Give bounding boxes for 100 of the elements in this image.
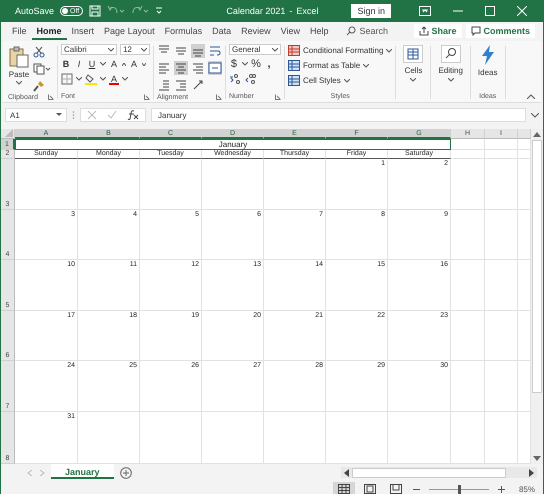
currency-button[interactable]: $: [228, 58, 239, 70]
clipboard-icon: [8, 46, 30, 68]
dialog-launcher-icon[interactable]: [274, 94, 281, 100]
empty-cell: [485, 159, 518, 210]
autosave-label: AutoSave: [15, 6, 54, 16]
caret-icon: [108, 48, 114, 52]
customize-caret-icon[interactable]: [155, 7, 164, 15]
normal-view-button[interactable]: [332, 482, 355, 494]
italic-button[interactable]: I: [74, 58, 84, 70]
sheet-tab[interactable]: January: [51, 464, 114, 479]
dialog-launcher-icon[interactable]: [48, 94, 54, 100]
dialog-launcher-icon[interactable]: [144, 94, 150, 100]
dialog-launcher-icon[interactable]: [216, 94, 222, 100]
empty-cell: [485, 150, 518, 159]
ribbon-tab[interactable]: Review: [236, 22, 276, 40]
check-icon[interactable]: [107, 110, 117, 120]
caret-icon[interactable]: [76, 77, 82, 81]
empty-cell: [451, 260, 485, 311]
paintbrush-icon[interactable]: [33, 80, 45, 92]
ribbon-tab[interactable]: Page Layout: [99, 22, 160, 40]
merge-align-icon[interactable]: [208, 61, 222, 75]
caret-icon[interactable]: [100, 62, 106, 66]
right-align-icon[interactable]: [190, 61, 205, 75]
scissors-icon[interactable]: [33, 46, 45, 58]
fill-color-icon[interactable]: [84, 73, 97, 85]
comma-style-button[interactable]: ,: [264, 58, 274, 70]
scroll-thumb[interactable]: [532, 140, 542, 393]
table-style-icon: [288, 45, 300, 56]
outdent-align-icon[interactable]: [156, 78, 171, 92]
increase-font-size-button[interactable]: A: [108, 58, 119, 70]
collapse-ribbon-icon[interactable]: [527, 94, 535, 99]
ribbon-tab[interactable]: View: [276, 22, 305, 40]
decrease-decimal-icon[interactable]: [244, 73, 256, 85]
ribbon-tab[interactable]: Help: [305, 22, 334, 40]
empty-cell: [202, 159, 264, 210]
zoom-slider-thumb[interactable]: [458, 484, 461, 494]
caret-icon: [386, 48, 392, 52]
share-icon: [418, 26, 429, 36]
insert-function-icon[interactable]: [127, 110, 139, 120]
font-size-dropdown[interactable]: 12: [120, 44, 150, 55]
underline-button[interactable]: U: [86, 58, 97, 70]
editing-button[interactable]: Editing: [434, 43, 467, 84]
decrease-font-size-button[interactable]: A: [128, 58, 139, 70]
horizontal-scrollbar[interactable]: [341, 467, 537, 478]
ribbon-tab[interactable]: Home: [32, 22, 67, 40]
empty-cell: [451, 311, 485, 361]
save-icon[interactable]: [89, 5, 102, 17]
caret-icon[interactable]: [122, 77, 128, 81]
empty-cell: [485, 311, 518, 361]
scroll-right-icon[interactable]: [529, 468, 534, 476]
ribbon-tab[interactable]: Data: [207, 22, 236, 40]
zoom-level[interactable]: 85%: [518, 484, 535, 494]
font-name-dropdown[interactable]: Calibri: [60, 44, 117, 55]
wrap-align-icon[interactable]: [208, 44, 222, 58]
empty-cell: [485, 361, 518, 412]
ideas-button[interactable]: Ideas: [474, 43, 502, 79]
bottom-align-icon[interactable]: [190, 44, 205, 58]
caret-icon[interactable]: [100, 77, 106, 81]
scroll-down-icon[interactable]: [533, 456, 541, 461]
scroll-thumb[interactable]: [352, 468, 506, 478]
sign-in-button[interactable]: Sign in: [351, 4, 391, 18]
copy-icon[interactable]: [33, 63, 51, 75]
caret-icon: [363, 64, 370, 68]
styles-menu-button[interactable]: Cell Styles: [288, 74, 350, 87]
scroll-left-icon[interactable]: [344, 468, 349, 476]
styles-menu-button[interactable]: Format as Table: [288, 59, 370, 72]
vertical-scrollbar[interactable]: [531, 129, 543, 464]
increase-decimal-icon[interactable]: [228, 73, 241, 85]
share-button[interactable]: Share: [414, 24, 462, 38]
paste-button[interactable]: Paste: [8, 43, 30, 85]
borders-icon[interactable]: [60, 73, 73, 85]
font-color-button[interactable]: A: [108, 73, 119, 85]
number-format-dropdown[interactable]: General: [228, 44, 281, 55]
scroll-up-icon[interactable]: [533, 132, 541, 137]
ribbon-tab[interactable]: Insert: [66, 22, 100, 40]
search-field[interactable]: Search: [360, 26, 404, 36]
ribbon-display-icon[interactable]: [419, 6, 431, 16]
left-align-icon[interactable]: [156, 61, 171, 75]
name-box[interactable]: A1: [5, 108, 67, 122]
expand-formula-bar-icon[interactable]: [531, 112, 539, 118]
empty-cell: [451, 210, 485, 260]
percent-button[interactable]: %: [250, 58, 261, 70]
styles-menu-button[interactable]: Conditional Formatting: [288, 44, 392, 57]
indent-align-icon[interactable]: [174, 78, 188, 92]
ribbon-tab[interactable]: Formulas: [160, 22, 208, 40]
center-align-icon[interactable]: [174, 61, 188, 75]
add-sheet-icon[interactable]: [120, 466, 132, 478]
formula-input[interactable]: January: [151, 108, 526, 122]
caret-icon: [344, 78, 350, 82]
bold-button[interactable]: B: [60, 58, 71, 70]
empty-cell: [485, 139, 518, 150]
comments-button[interactable]: Comments: [466, 24, 536, 38]
maximize-icon[interactable]: [485, 6, 495, 16]
caret-icon: [272, 48, 278, 52]
month-title-cell: January: [15, 139, 451, 150]
caret-icon[interactable]: [242, 62, 248, 66]
cells-button[interactable]: Cells: [399, 43, 428, 84]
close-icon[interactable]: [517, 6, 527, 16]
ribbon-tab[interactable]: File: [7, 22, 32, 40]
zoom-in-icon[interactable]: [498, 486, 505, 492]
